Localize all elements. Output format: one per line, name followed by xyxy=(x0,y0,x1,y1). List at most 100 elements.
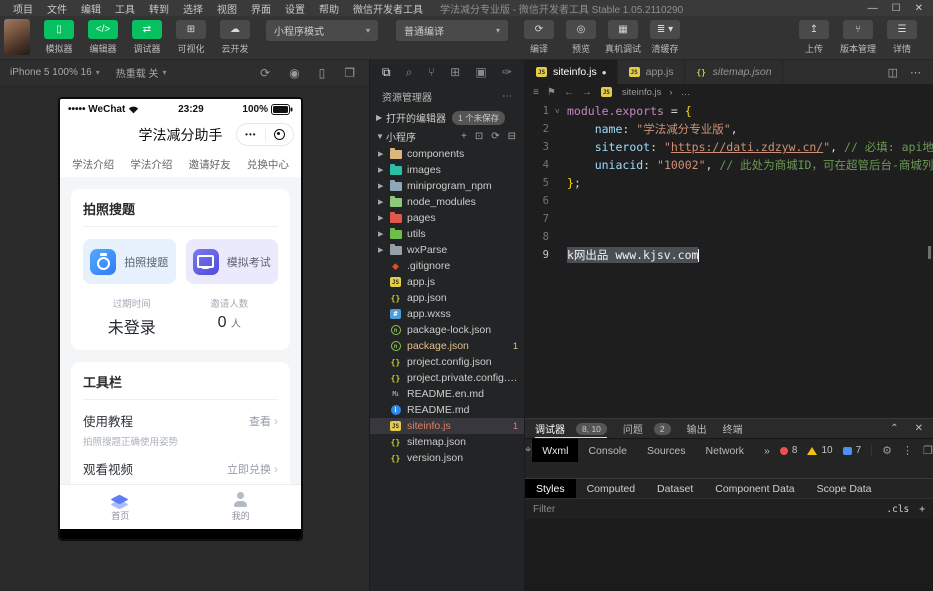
menu-item-转到[interactable]: 转到 xyxy=(142,5,176,16)
rotate-icon[interactable]: ⟳ xyxy=(260,66,270,80)
wechat-capsule[interactable]: ••• xyxy=(236,123,294,146)
devtools-tab-»[interactable]: » xyxy=(754,439,780,462)
tool-row-使用教程[interactable]: 使用教程 查看 › xyxy=(83,411,278,430)
phone-tab-兑换中心[interactable]: 兑换中心 xyxy=(247,157,289,172)
code-line-2[interactable]: 2 name: "学法减分专业版", xyxy=(525,120,933,138)
file-wxParse[interactable]: ▶ wxParse xyxy=(370,242,524,258)
code-line-5[interactable]: 5}; xyxy=(525,174,933,192)
file-siteinfo.js[interactable]: JS siteinfo.js 1 xyxy=(370,418,524,434)
fold-icon[interactable]: ˅ xyxy=(555,107,567,116)
forward-arrow-icon[interactable]: → xyxy=(582,87,592,98)
toolbar-真机调试[interactable]: ▦ 真机调试 xyxy=(602,19,644,55)
file-project.config.json[interactable]: {} project.config.json xyxy=(370,354,524,370)
photo-search-button[interactable]: 拍照搜题 xyxy=(83,239,176,284)
toolbar-清缓存[interactable]: ≣ ▾ 清缓存 xyxy=(644,19,686,55)
code-line-3[interactable]: 3 siteroot: " https://dati.zdzyw.cn/", //… xyxy=(525,138,933,156)
package-icon[interactable]: ▣ xyxy=(475,65,486,79)
refresh-icon[interactable]: ⟳ xyxy=(491,131,499,142)
scrollbar-thumb[interactable] xyxy=(928,246,931,259)
menu-item-界面[interactable]: 界面 xyxy=(244,5,278,16)
code-editor[interactable]: 1 ˅ module.exports = {2 name: "学法减分专业版", 3 … xyxy=(525,100,933,418)
file-sitemap.json[interactable]: {} sitemap.json xyxy=(370,434,524,450)
panel-tab-调试器[interactable]: 调试器 8, 10 xyxy=(535,419,607,438)
editor-tab-siteinfo.js[interactable]: JS siteinfo.js ● xyxy=(525,60,618,84)
menu-item-项目[interactable]: 项目 xyxy=(6,5,40,16)
devtools-tab-Sources[interactable]: Sources xyxy=(637,439,696,462)
file-.gitignore[interactable]: ◆ .gitignore xyxy=(370,258,524,274)
search-icon[interactable]: ⌕ xyxy=(406,65,413,80)
split-editor-icon[interactable]: ◫ xyxy=(888,66,898,79)
hot-reload-toggle[interactable]: 热重载 关 xyxy=(116,65,159,80)
editor-tab-app.js[interactable]: JS app.js xyxy=(617,60,685,84)
devtools-tab-Network[interactable]: Network xyxy=(696,439,755,462)
mock-exam-button[interactable]: 模拟考试 xyxy=(185,239,278,284)
file-utils[interactable]: ▶ utils xyxy=(370,226,524,242)
styles-tab-Component Data[interactable]: Component Data xyxy=(704,479,805,498)
files-icon[interactable]: ⧉ xyxy=(382,65,391,80)
file-app.json[interactable]: {} app.json xyxy=(370,290,524,306)
file-version.json[interactable]: {} version.json xyxy=(370,450,524,466)
layout-icon[interactable]: ⊞ xyxy=(450,65,460,79)
more-dots-icon[interactable]: ••• xyxy=(245,130,256,139)
toolbar-云开发[interactable]: ☁ 云开发 xyxy=(214,19,256,55)
panel-tab-输出[interactable]: 输出 xyxy=(687,419,707,438)
toolbar-详情[interactable]: ☰ 详情 xyxy=(881,19,923,55)
editor-tab-sitemap.json[interactable]: {} sitemap.json xyxy=(684,60,783,84)
file-README.md[interactable]: i README.md xyxy=(370,402,524,418)
new-folder-icon[interactable]: ⊡ xyxy=(475,131,483,142)
code-line-6[interactable]: 6 xyxy=(525,192,933,210)
menu-item-工具[interactable]: 工具 xyxy=(108,5,142,16)
git-branch-icon[interactable]: ⑂ xyxy=(428,65,435,79)
file-pages[interactable]: ▶ pages xyxy=(370,210,524,226)
close-button[interactable]: ✕ xyxy=(915,3,923,14)
toolbar-预览[interactable]: ◎ 预览 xyxy=(560,19,602,55)
menu-item-选择[interactable]: 选择 xyxy=(176,5,210,16)
toolbar-上传[interactable]: ↥ 上传 xyxy=(793,19,835,55)
gear-icon[interactable]: ⚙ xyxy=(882,444,892,457)
hand-icon[interactable]: ✑ xyxy=(502,65,512,79)
menu-item-设置[interactable]: 设置 xyxy=(278,5,312,16)
multi-window-icon[interactable]: ❐ xyxy=(344,66,355,80)
compile-mode-select[interactable]: 普通编译 ▾ xyxy=(396,20,508,41)
mode-select[interactable]: 小程序模式 ▾ xyxy=(266,20,378,41)
panel-tab-问题[interactable]: 问题 2 xyxy=(623,419,671,438)
close-panel-icon[interactable]: ✕ xyxy=(915,423,923,434)
styles-tab-Scope Data[interactable]: Scope Data xyxy=(806,479,883,498)
open-editors-section[interactable]: ▶ 打开的编辑器 1 个未保存 xyxy=(370,108,524,127)
filter-input[interactable]: Filter xyxy=(533,504,555,515)
device-icon[interactable]: ▯ xyxy=(319,66,326,80)
maximize-button[interactable]: ☐ xyxy=(892,3,901,14)
bookmark-icon[interactable]: ⚑ xyxy=(547,87,556,98)
styles-tab-Computed[interactable]: Computed xyxy=(576,479,646,498)
tab-mine[interactable]: 我的 xyxy=(181,485,302,529)
menu-item-视图[interactable]: 视图 xyxy=(210,5,244,16)
menu-item-帮助[interactable]: 帮助 xyxy=(312,5,346,16)
tab-home[interactable]: 首页 xyxy=(60,485,181,529)
code-line-7[interactable]: 7 xyxy=(525,210,933,228)
menu-item-微信开发者工具[interactable]: 微信开发者工具 xyxy=(346,5,430,16)
user-avatar[interactable] xyxy=(4,19,30,55)
file-images[interactable]: ▶ images xyxy=(370,162,524,178)
cls-toggle[interactable]: .cls xyxy=(886,504,909,515)
breadcrumb-file[interactable]: JS siteinfo.js xyxy=(600,86,661,98)
styles-tab-Dataset[interactable]: Dataset xyxy=(646,479,704,498)
toolbar-编辑器[interactable]: </> 编辑器 xyxy=(82,19,124,55)
toolbar-可视化[interactable]: ⊞ 可视化 xyxy=(170,19,212,55)
menu-icon[interactable]: ≡ xyxy=(533,87,539,98)
more-actions-icon[interactable]: ⋯ xyxy=(502,91,512,102)
file-project.private.config.js…[interactable]: {} project.private.config.js… xyxy=(370,370,524,386)
toolbar-调试器[interactable]: ⇄ 调试器 xyxy=(126,19,168,55)
tool-row-观看视频[interactable]: 观看视频 立即兑换 › xyxy=(83,459,278,478)
file-package.json[interactable]: n package.json 1 xyxy=(370,338,524,354)
record-icon[interactable]: ◉ xyxy=(289,66,299,80)
collapse-panel-icon[interactable]: ⌃ xyxy=(890,423,898,434)
tool-row-action[interactable]: 查看 › xyxy=(249,413,278,429)
file-components[interactable]: ▶ components xyxy=(370,146,524,162)
minimize-button[interactable]: — xyxy=(868,3,878,14)
file-app.wxss[interactable]: # app.wxss xyxy=(370,306,524,322)
panel-tab-终端[interactable]: 终端 xyxy=(723,419,743,438)
devtools-tab-Console[interactable]: Console xyxy=(578,439,637,462)
back-arrow-icon[interactable]: ← xyxy=(564,87,574,98)
file-miniprogram_npm[interactable]: ▶ miniprogram_npm xyxy=(370,178,524,194)
file-package-lock.json[interactable]: n package-lock.json xyxy=(370,322,524,338)
